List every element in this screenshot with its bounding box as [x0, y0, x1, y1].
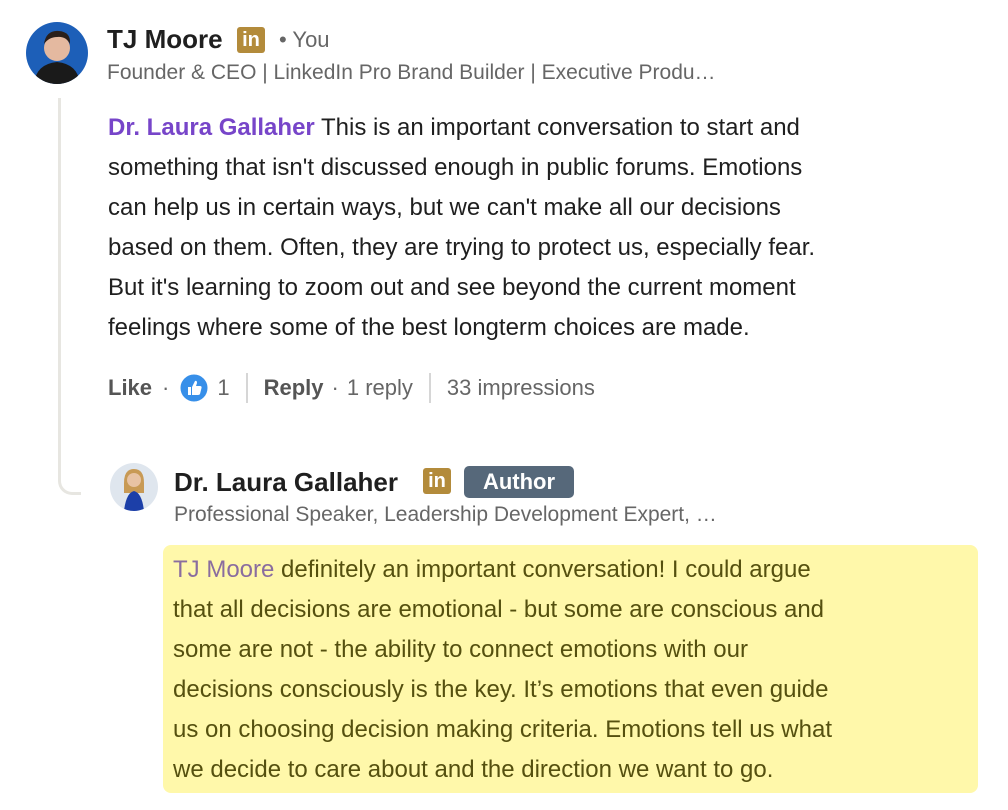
- mention-link[interactable]: Dr. Laura Gallaher: [108, 114, 315, 141]
- comment-actions-bar: Like · 1 Reply · 1 reply 33 impressions: [108, 372, 595, 404]
- reply-button[interactable]: Reply: [264, 375, 324, 401]
- reply-author-name[interactable]: Dr. Laura Gallaher: [174, 467, 398, 498]
- avatar-laura-gallaher[interactable]: [110, 463, 158, 511]
- comment-author-headline: Founder & CEO | LinkedIn Pro Brand Build…: [107, 61, 716, 84]
- linkedin-icon: in: [237, 27, 265, 53]
- reply-count-link[interactable]: 1 reply: [347, 375, 413, 401]
- reply-author-headline: Professional Speaker, Leadership Develop…: [174, 503, 717, 526]
- connection-degree: • You: [279, 27, 330, 52]
- impressions-count[interactable]: 33 impressions: [447, 375, 595, 401]
- comment-body: Dr. Laura Gallaher This is an important …: [108, 114, 816, 341]
- like-count[interactable]: 1: [217, 375, 229, 401]
- thumbs-up-icon[interactable]: [179, 373, 209, 403]
- divider: [428, 373, 431, 403]
- mention-link[interactable]: TJ Moore: [173, 556, 274, 583]
- comment-author-name[interactable]: TJ Moore: [107, 24, 223, 55]
- like-button[interactable]: Like: [108, 375, 152, 401]
- thread-connector-line: [58, 98, 81, 495]
- divider: [245, 373, 248, 403]
- avatar-tj-moore[interactable]: [26, 22, 88, 84]
- author-badge: Author: [464, 466, 574, 498]
- reply-body: TJ Moore definitely an important convers…: [173, 556, 832, 783]
- linkedin-icon: in: [423, 468, 451, 494]
